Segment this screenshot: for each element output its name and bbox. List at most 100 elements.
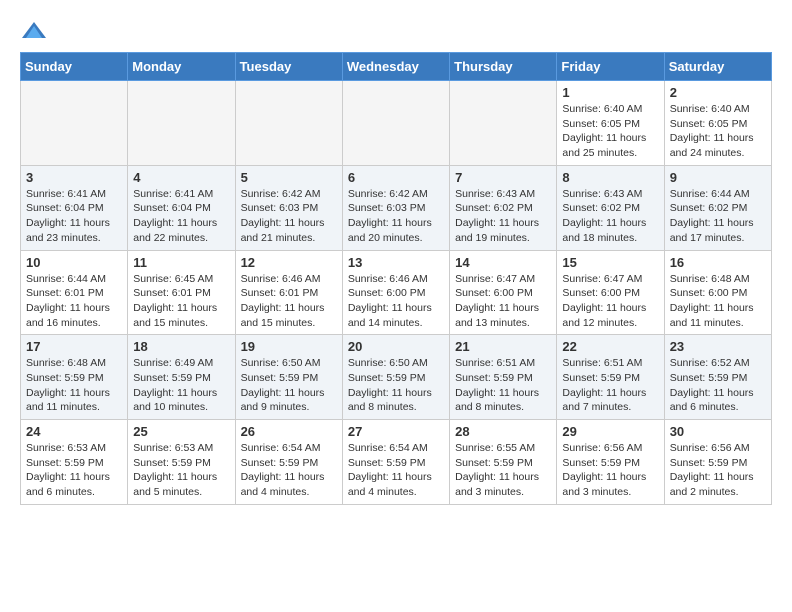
header-day-sunday: Sunday	[21, 53, 128, 81]
calendar-cell: 6 Sunrise: 6:42 AM Sunset: 6:03 PM Daylig…	[342, 165, 449, 250]
calendar-cell: 28 Sunrise: 6:55 AM Sunset: 5:59 PM Dayli…	[450, 420, 557, 505]
day-info: Sunrise: 6:54 AM Sunset: 5:59 PM Dayligh…	[241, 441, 337, 500]
day-info: Sunrise: 6:42 AM Sunset: 6:03 PM Dayligh…	[241, 187, 337, 246]
calendar-cell: 14 Sunrise: 6:47 AM Sunset: 6:00 PM Dayli…	[450, 250, 557, 335]
calendar-cell: 23 Sunrise: 6:52 AM Sunset: 5:59 PM Dayli…	[664, 335, 771, 420]
calendar-cell: 7 Sunrise: 6:43 AM Sunset: 6:02 PM Daylig…	[450, 165, 557, 250]
day-number: 14	[455, 255, 551, 270]
day-number: 9	[670, 170, 766, 185]
calendar-cell: 11 Sunrise: 6:45 AM Sunset: 6:01 PM Dayli…	[128, 250, 235, 335]
day-info: Sunrise: 6:41 AM Sunset: 6:04 PM Dayligh…	[133, 187, 229, 246]
day-number: 2	[670, 85, 766, 100]
day-info: Sunrise: 6:56 AM Sunset: 5:59 PM Dayligh…	[562, 441, 658, 500]
day-number: 18	[133, 339, 229, 354]
day-info: Sunrise: 6:46 AM Sunset: 6:00 PM Dayligh…	[348, 272, 444, 331]
calendar-cell: 19 Sunrise: 6:50 AM Sunset: 5:59 PM Dayli…	[235, 335, 342, 420]
day-number: 17	[26, 339, 122, 354]
day-info: Sunrise: 6:46 AM Sunset: 6:01 PM Dayligh…	[241, 272, 337, 331]
day-number: 6	[348, 170, 444, 185]
day-info: Sunrise: 6:45 AM Sunset: 6:01 PM Dayligh…	[133, 272, 229, 331]
day-number: 29	[562, 424, 658, 439]
header-day-friday: Friday	[557, 53, 664, 81]
calendar-cell	[235, 81, 342, 166]
day-info: Sunrise: 6:56 AM Sunset: 5:59 PM Dayligh…	[670, 441, 766, 500]
calendar-cell: 18 Sunrise: 6:49 AM Sunset: 5:59 PM Dayli…	[128, 335, 235, 420]
day-number: 5	[241, 170, 337, 185]
day-info: Sunrise: 6:50 AM Sunset: 5:59 PM Dayligh…	[348, 356, 444, 415]
calendar-cell: 4 Sunrise: 6:41 AM Sunset: 6:04 PM Daylig…	[128, 165, 235, 250]
calendar-cell: 25 Sunrise: 6:53 AM Sunset: 5:59 PM Dayli…	[128, 420, 235, 505]
day-info: Sunrise: 6:49 AM Sunset: 5:59 PM Dayligh…	[133, 356, 229, 415]
header-day-thursday: Thursday	[450, 53, 557, 81]
calendar-table: SundayMondayTuesdayWednesdayThursdayFrid…	[20, 52, 772, 505]
day-info: Sunrise: 6:48 AM Sunset: 5:59 PM Dayligh…	[26, 356, 122, 415]
day-number: 24	[26, 424, 122, 439]
calendar-row-1: 3 Sunrise: 6:41 AM Sunset: 6:04 PM Daylig…	[21, 165, 772, 250]
day-number: 27	[348, 424, 444, 439]
day-number: 28	[455, 424, 551, 439]
day-info: Sunrise: 6:43 AM Sunset: 6:02 PM Dayligh…	[562, 187, 658, 246]
header-day-monday: Monday	[128, 53, 235, 81]
calendar-cell: 1 Sunrise: 6:40 AM Sunset: 6:05 PM Daylig…	[557, 81, 664, 166]
day-number: 19	[241, 339, 337, 354]
calendar-cell: 15Sunrise: 6:47 AM Sunset: 6:00 PM Dayli…	[557, 250, 664, 335]
day-number: 8	[562, 170, 658, 185]
header-day-wednesday: Wednesday	[342, 53, 449, 81]
calendar-row-4: 24 Sunrise: 6:53 AM Sunset: 5:59 PM Dayli…	[21, 420, 772, 505]
calendar-cell: 8 Sunrise: 6:43 AM Sunset: 6:02 PM Daylig…	[557, 165, 664, 250]
day-info: Sunrise: 6:41 AM Sunset: 6:04 PM Dayligh…	[26, 187, 122, 246]
calendar-cell	[21, 81, 128, 166]
day-number: 11	[133, 255, 229, 270]
calendar-cell: 16Sunrise: 6:48 AM Sunset: 6:00 PM Dayli…	[664, 250, 771, 335]
calendar-row-0: 1 Sunrise: 6:40 AM Sunset: 6:05 PM Daylig…	[21, 81, 772, 166]
calendar-cell: 30 Sunrise: 6:56 AM Sunset: 5:59 PM Dayli…	[664, 420, 771, 505]
day-info: Sunrise: 6:53 AM Sunset: 5:59 PM Dayligh…	[133, 441, 229, 500]
day-number: 20	[348, 339, 444, 354]
day-number: 7	[455, 170, 551, 185]
day-info: Sunrise: 6:42 AM Sunset: 6:03 PM Dayligh…	[348, 187, 444, 246]
day-number: 22	[562, 339, 658, 354]
day-info: Sunrise: 6:47 AM Sunset: 6:00 PM Dayligh…	[455, 272, 551, 331]
calendar-row-2: 10 Sunrise: 6:44 AM Sunset: 6:01 PM Dayli…	[21, 250, 772, 335]
calendar-cell: 24Sunrise: 6:53 AM Sunset: 5:59 PM Dayli…	[21, 420, 128, 505]
day-info: Sunrise: 6:52 AM Sunset: 5:59 PM Dayligh…	[670, 356, 766, 415]
day-number: 30	[670, 424, 766, 439]
logo	[20, 20, 52, 42]
logo-icon	[20, 20, 48, 42]
calendar-cell: 20 Sunrise: 6:50 AM Sunset: 5:59 PM Dayli…	[342, 335, 449, 420]
header-day-saturday: Saturday	[664, 53, 771, 81]
day-info: Sunrise: 6:44 AM Sunset: 6:02 PM Dayligh…	[670, 187, 766, 246]
day-number: 26	[241, 424, 337, 439]
day-info: Sunrise: 6:43 AM Sunset: 6:02 PM Dayligh…	[455, 187, 551, 246]
day-number: 25	[133, 424, 229, 439]
day-info: Sunrise: 6:48 AM Sunset: 6:00 PM Dayligh…	[670, 272, 766, 331]
day-number: 3	[26, 170, 122, 185]
day-number: 13	[348, 255, 444, 270]
day-info: Sunrise: 6:47 AM Sunset: 6:00 PM Dayligh…	[562, 272, 658, 331]
calendar-cell: 29 Sunrise: 6:56 AM Sunset: 5:59 PM Dayli…	[557, 420, 664, 505]
calendar-cell: 5 Sunrise: 6:42 AM Sunset: 6:03 PM Daylig…	[235, 165, 342, 250]
header-row: SundayMondayTuesdayWednesdayThursdayFrid…	[21, 53, 772, 81]
calendar-cell	[450, 81, 557, 166]
calendar-cell: 13 Sunrise: 6:46 AM Sunset: 6:00 PM Dayli…	[342, 250, 449, 335]
calendar-cell: 26 Sunrise: 6:54 AM Sunset: 5:59 PM Dayli…	[235, 420, 342, 505]
day-info: Sunrise: 6:40 AM Sunset: 6:05 PM Dayligh…	[670, 102, 766, 161]
page-header	[20, 20, 772, 42]
calendar-cell: 21 Sunrise: 6:51 AM Sunset: 5:59 PM Dayli…	[450, 335, 557, 420]
day-number: 4	[133, 170, 229, 185]
calendar-cell: 22 Sunrise: 6:51 AM Sunset: 5:59 PM Dayli…	[557, 335, 664, 420]
day-number: 21	[455, 339, 551, 354]
day-number: 10	[26, 255, 122, 270]
day-info: Sunrise: 6:40 AM Sunset: 6:05 PM Dayligh…	[562, 102, 658, 161]
day-info: Sunrise: 6:51 AM Sunset: 5:59 PM Dayligh…	[562, 356, 658, 415]
day-info: Sunrise: 6:55 AM Sunset: 5:59 PM Dayligh…	[455, 441, 551, 500]
day-info: Sunrise: 6:44 AM Sunset: 6:01 PM Dayligh…	[26, 272, 122, 331]
calendar-cell: 10 Sunrise: 6:44 AM Sunset: 6:01 PM Dayli…	[21, 250, 128, 335]
day-info: Sunrise: 6:50 AM Sunset: 5:59 PM Dayligh…	[241, 356, 337, 415]
header-day-tuesday: Tuesday	[235, 53, 342, 81]
day-number: 23	[670, 339, 766, 354]
day-number: 1	[562, 85, 658, 100]
day-info: Sunrise: 6:51 AM Sunset: 5:59 PM Dayligh…	[455, 356, 551, 415]
calendar-row-3: 17 Sunrise: 6:48 AM Sunset: 5:59 PM Dayli…	[21, 335, 772, 420]
calendar-cell	[128, 81, 235, 166]
